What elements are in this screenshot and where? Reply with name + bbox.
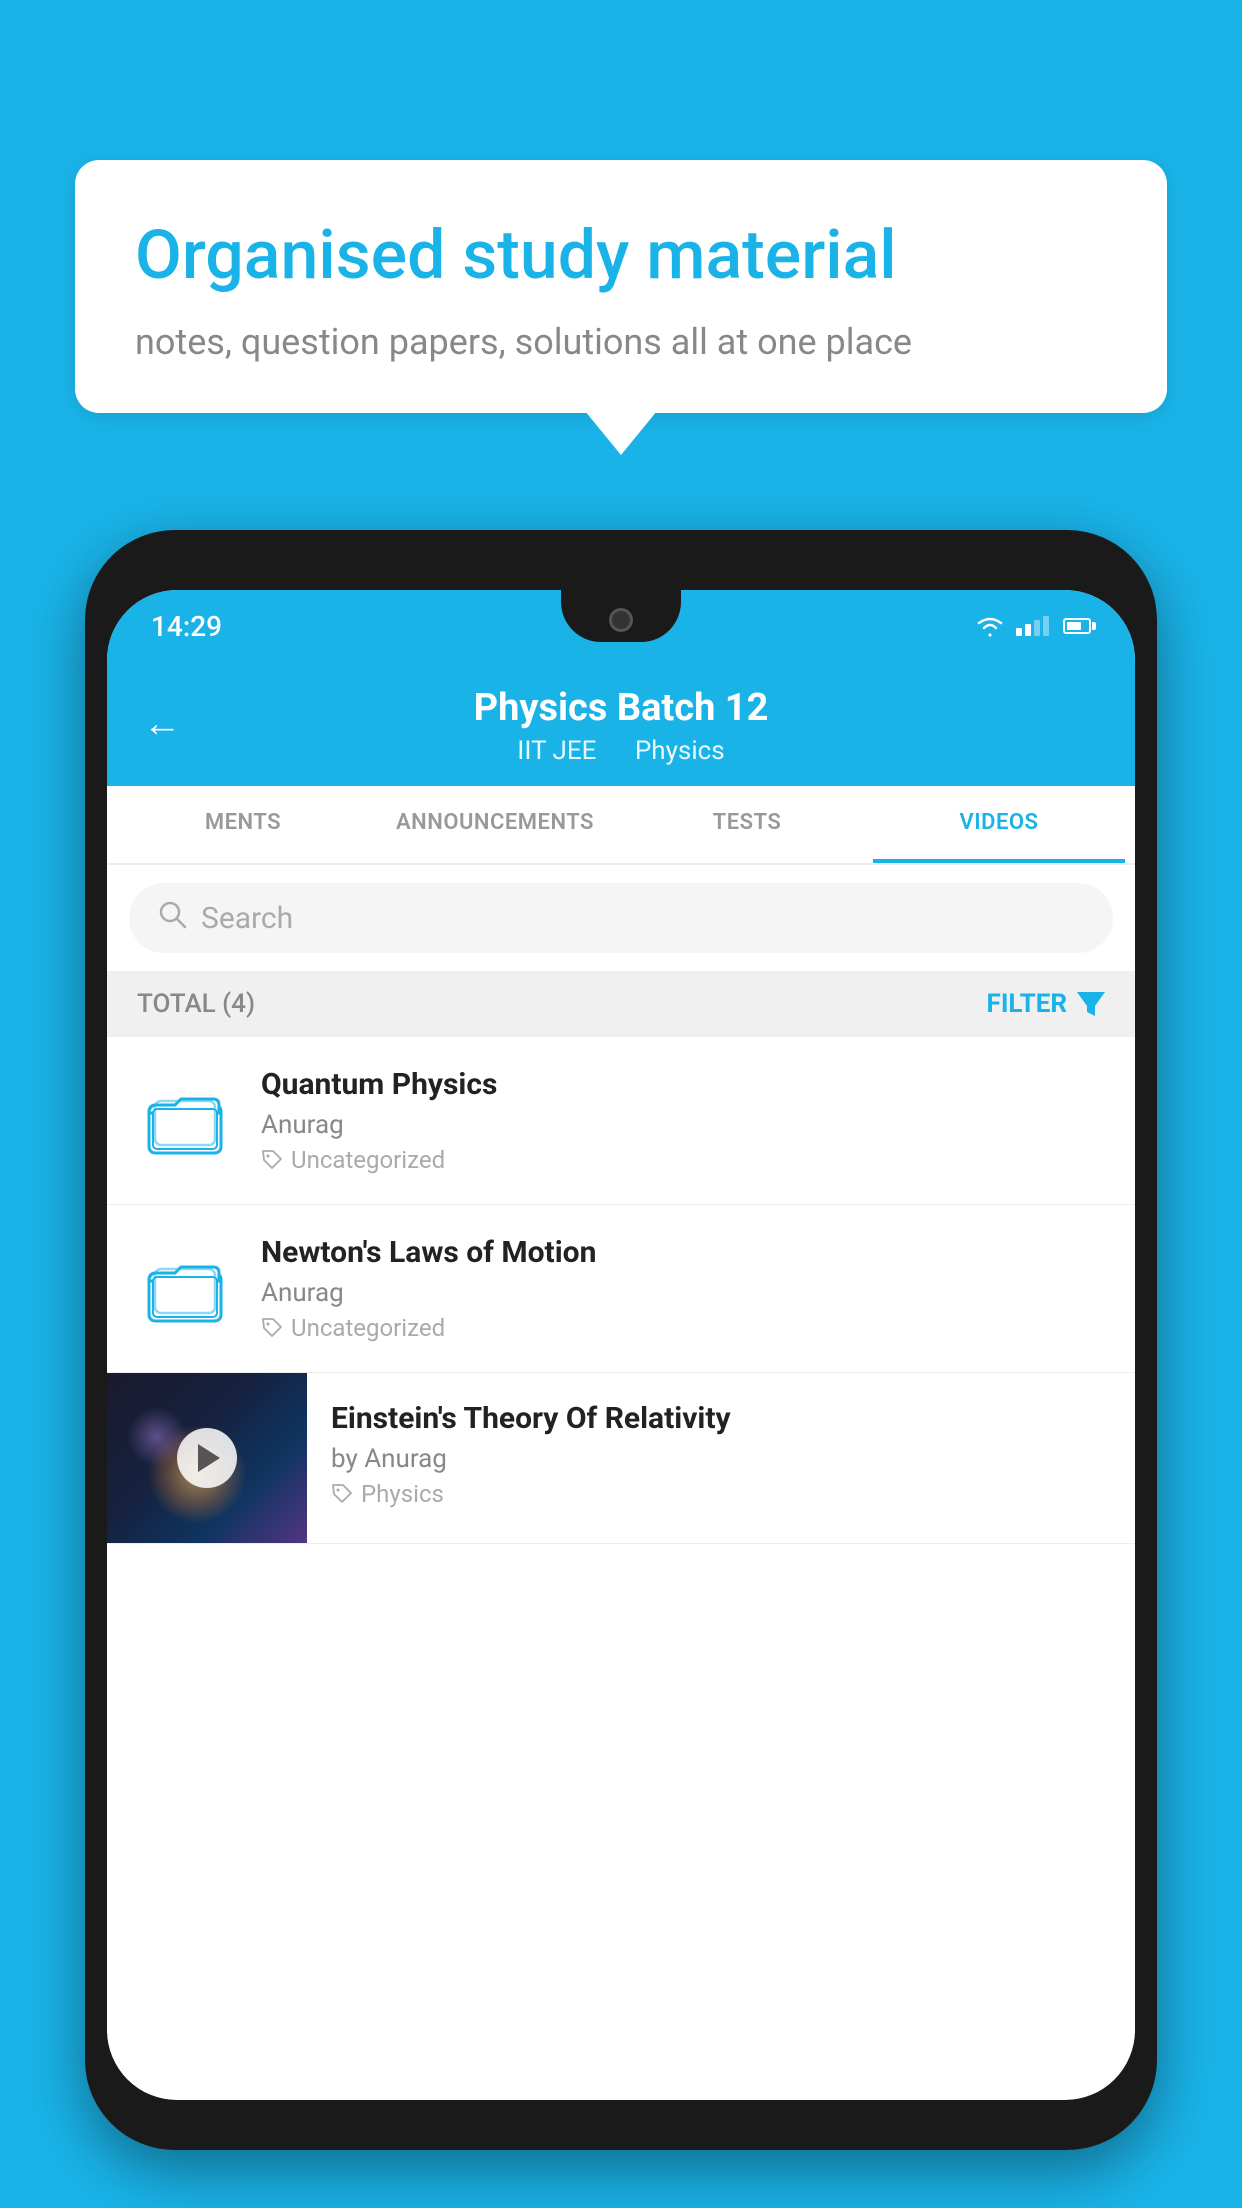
filter-button[interactable]: FILTER — [987, 989, 1105, 1019]
filter-icon — [1077, 992, 1105, 1016]
phone-screen: 14:29 — [107, 590, 1135, 2100]
video-tag-2: Uncategorized — [261, 1314, 1107, 1342]
filter-bar: TOTAL (4) FILTER — [107, 971, 1135, 1037]
video-title-1: Quantum Physics — [261, 1067, 1107, 1102]
tag-label-3: Physics — [361, 1480, 444, 1508]
video-info-2: Newton's Laws of Motion Anurag Uncategor… — [261, 1235, 1107, 1342]
header-subtitle-iit: IIT JEE — [517, 736, 596, 766]
total-count: TOTAL (4) — [137, 989, 255, 1019]
tag-label-1: Uncategorized — [291, 1146, 445, 1174]
front-camera — [609, 608, 633, 632]
video-info-3: Einstein's Theory Of Relativity by Anura… — [307, 1373, 1135, 1536]
tab-videos[interactable]: VIDEOS — [873, 786, 1125, 863]
header-subtitle: IIT JEE Physics — [147, 736, 1095, 766]
video-author-1: Anurag — [261, 1110, 1107, 1140]
status-time: 14:29 — [151, 610, 222, 643]
tag-icon — [261, 1317, 283, 1339]
tag-label-2: Uncategorized — [291, 1314, 445, 1342]
list-item[interactable]: Newton's Laws of Motion Anurag Uncategor… — [107, 1205, 1135, 1373]
play-button[interactable] — [177, 1428, 237, 1488]
header-title: Physics Batch 12 — [147, 686, 1095, 730]
app-header: ← Physics Batch 12 IIT JEE Physics — [107, 662, 1135, 786]
phone-frame: 14:29 — [85, 530, 1157, 2150]
tab-tests[interactable]: TESTS — [621, 786, 873, 863]
video-author-2: Anurag — [261, 1278, 1107, 1308]
speech-bubble: Organised study material notes, question… — [75, 160, 1167, 413]
speech-bubble-subtitle: notes, question papers, solutions all at… — [135, 321, 1107, 363]
search-icon — [157, 899, 187, 937]
video-tag-1: Uncategorized — [261, 1146, 1107, 1174]
battery-icon — [1063, 618, 1091, 634]
video-thumbnail-3 — [107, 1373, 307, 1543]
folder-icon — [145, 1081, 225, 1161]
signal-icon — [1016, 616, 1049, 636]
tag-icon — [331, 1483, 353, 1505]
list-item[interactable]: Quantum Physics Anurag Uncategorized — [107, 1037, 1135, 1205]
video-title-3: Einstein's Theory Of Relativity — [331, 1401, 1111, 1436]
back-button[interactable]: ← — [143, 702, 181, 746]
tab-ments[interactable]: MENTS — [117, 786, 369, 863]
tabs-bar: MENTS ANNOUNCEMENTS TESTS VIDEOS — [107, 786, 1135, 865]
video-list: Quantum Physics Anurag Uncategorized — [107, 1037, 1135, 1544]
wifi-icon — [974, 615, 1006, 637]
video-thumb-1 — [135, 1071, 235, 1171]
folder-icon — [145, 1249, 225, 1329]
tag-icon — [261, 1149, 283, 1171]
status-icons — [974, 615, 1091, 637]
video-thumb-2 — [135, 1239, 235, 1339]
filter-label: FILTER — [987, 989, 1067, 1019]
header-subtitle-physics: Physics — [635, 736, 725, 766]
search-bar[interactable]: Search — [129, 883, 1113, 953]
notch — [561, 590, 681, 642]
video-author-3: by Anurag — [331, 1444, 1111, 1474]
speech-bubble-title: Organised study material — [135, 215, 1107, 297]
video-title-2: Newton's Laws of Motion — [261, 1235, 1107, 1270]
video-tag-3: Physics — [331, 1480, 1111, 1508]
video-info-1: Quantum Physics Anurag Uncategorized — [261, 1067, 1107, 1174]
search-container: Search — [107, 865, 1135, 971]
tab-announcements[interactable]: ANNOUNCEMENTS — [369, 786, 621, 863]
list-item[interactable]: Einstein's Theory Of Relativity by Anura… — [107, 1373, 1135, 1544]
search-placeholder: Search — [201, 901, 293, 936]
